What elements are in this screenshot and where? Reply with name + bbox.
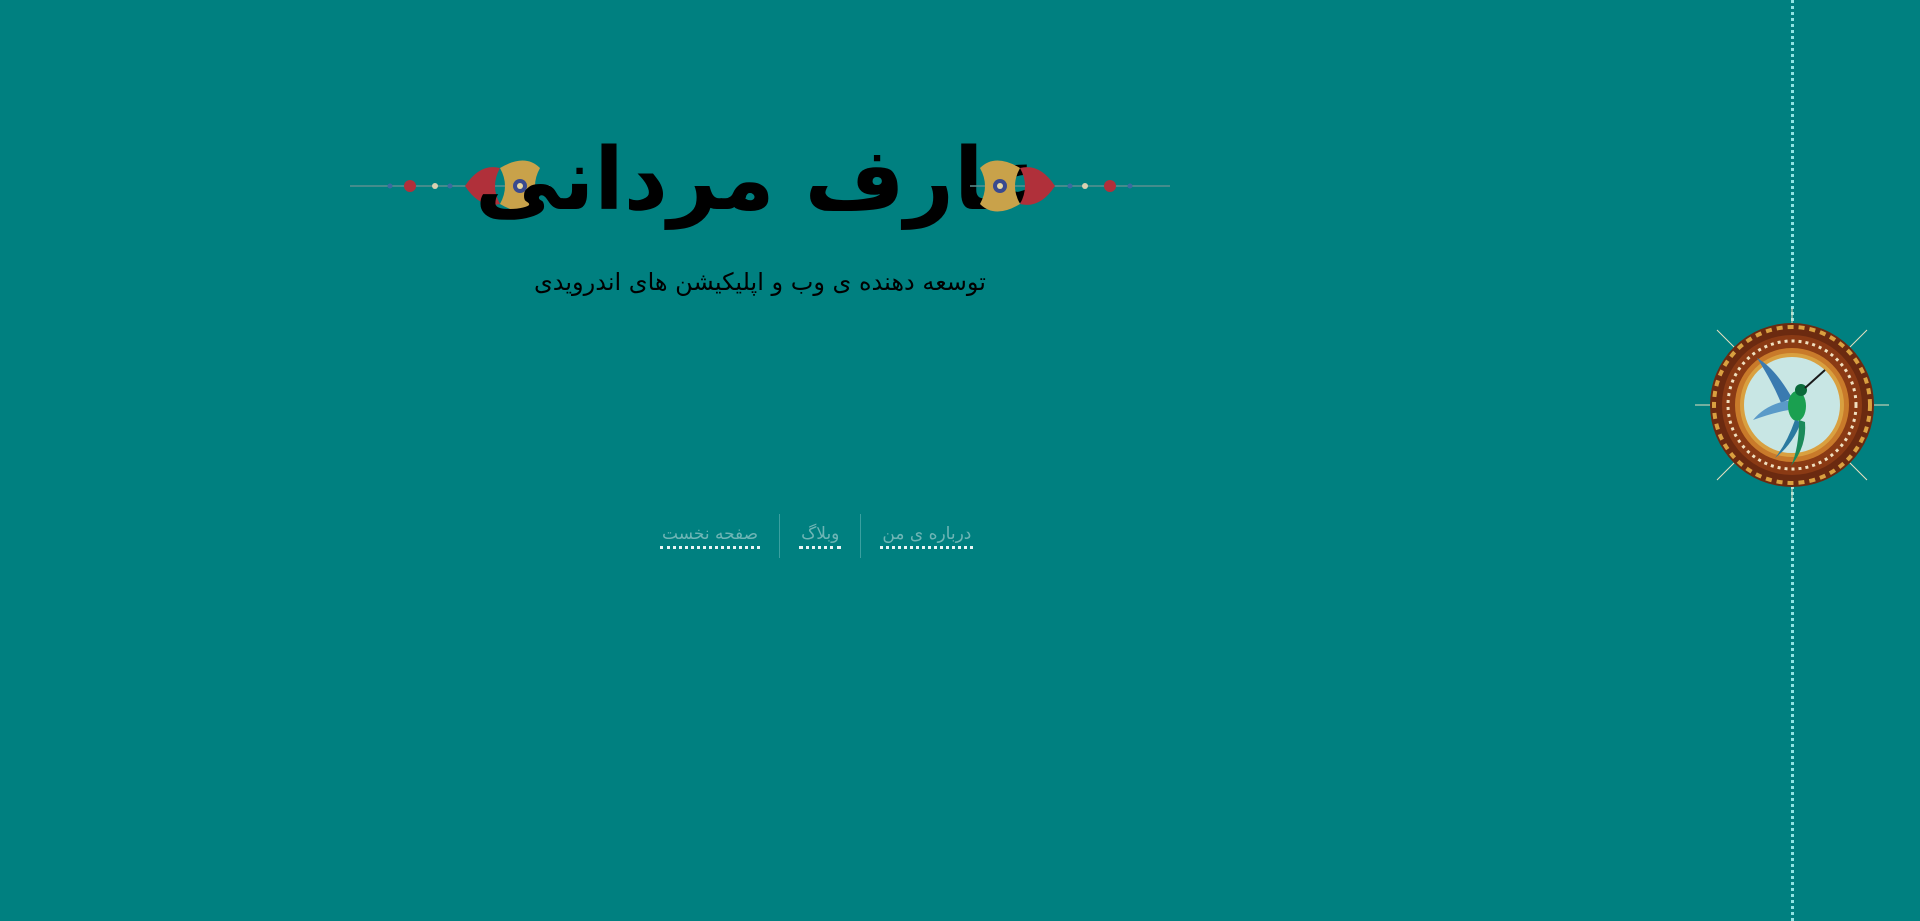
- nav-divider: [779, 514, 781, 558]
- right-floral-ornament-icon: [970, 160, 1170, 212]
- hummingbird-medallion-icon[interactable]: [1695, 308, 1889, 502]
- nav-link-blog[interactable]: وبلاگ: [799, 524, 842, 549]
- page-subtitle: توسعه دهنده ی وب و اپلیکیشن های اندرویدی: [533, 268, 986, 296]
- main-nav: صفحه نخست وبلاگ درباره ی من: [660, 513, 990, 559]
- nav-link-about[interactable]: درباره ی من: [880, 524, 974, 549]
- nav-divider: [860, 514, 862, 558]
- nav-link-home[interactable]: صفحه نخست: [660, 524, 761, 549]
- site-header: عارف مردانی: [350, 120, 1170, 250]
